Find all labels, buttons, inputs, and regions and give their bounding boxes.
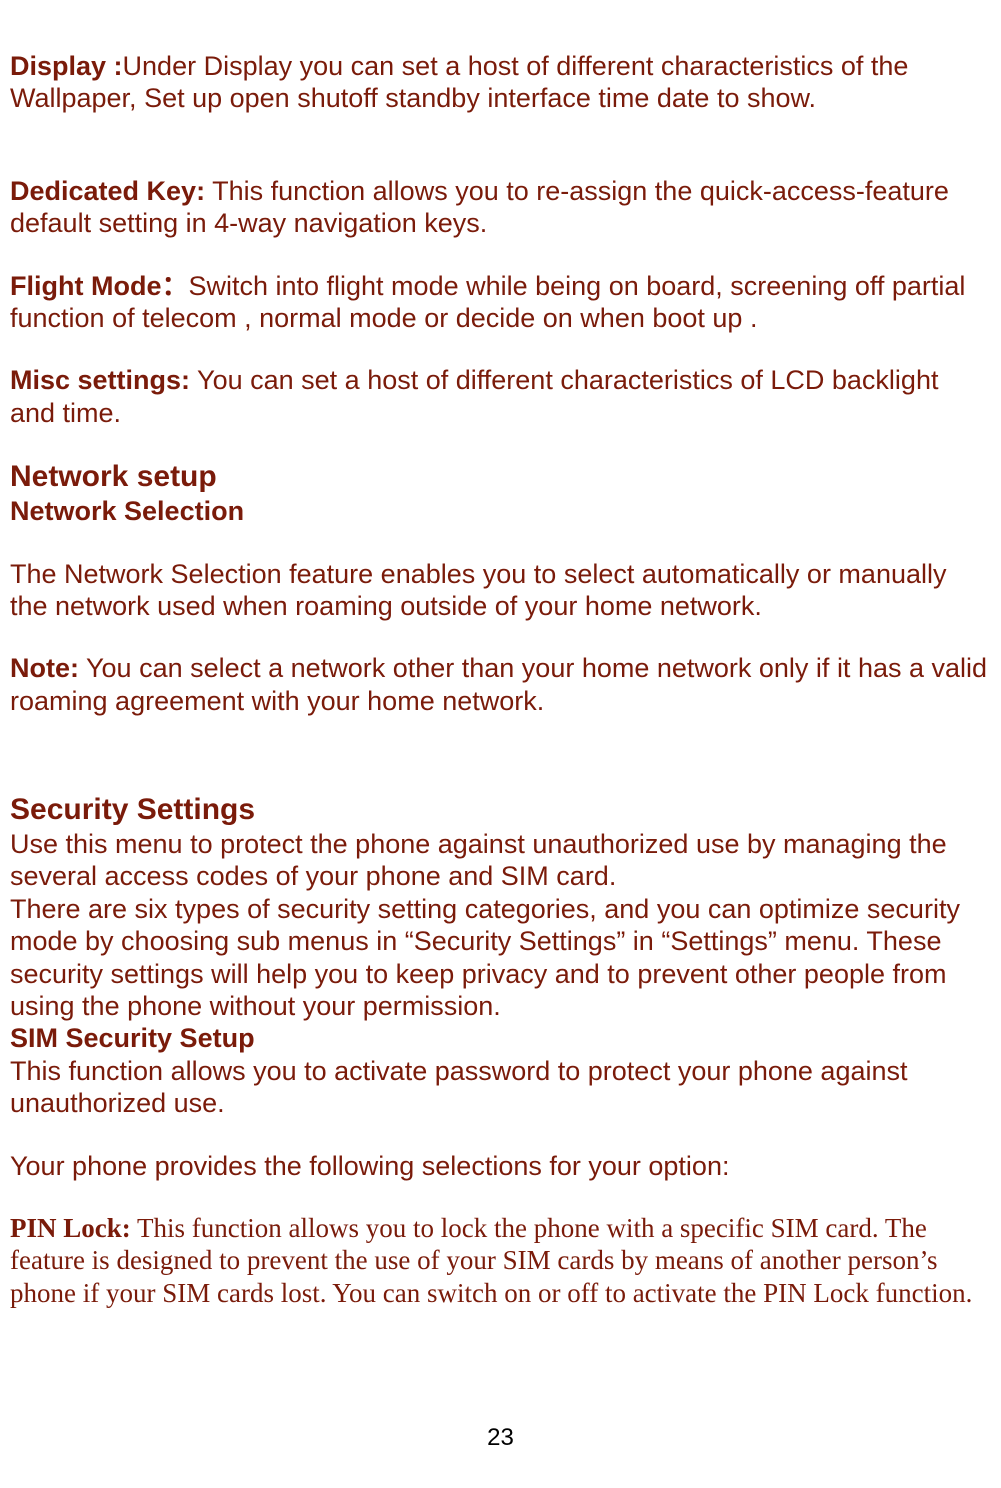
display-paragraph: Display :Under Display you can set a hos… xyxy=(10,50,991,115)
network-selection-heading: Network Selection xyxy=(10,495,991,527)
pin-lock-label: PIN Lock: xyxy=(10,1213,131,1243)
security-settings-heading: Security Settings xyxy=(10,792,991,828)
network-note-text: You can select a network other than your… xyxy=(10,653,987,715)
network-setup-heading: Network setup xyxy=(10,459,991,495)
pin-lock-text: This function allows you to lock the pho… xyxy=(10,1213,972,1308)
network-note-paragraph: Note: You can select a network other tha… xyxy=(10,652,991,717)
misc-settings-paragraph: Misc settings: You can set a host of dif… xyxy=(10,364,991,429)
manual-page: Display :Under Display you can set a hos… xyxy=(0,0,1001,1488)
flight-mode-label: Flight Mode： xyxy=(10,271,188,301)
dedicated-key-label: Dedicated Key: xyxy=(10,176,205,206)
sim-security-text: This function allows you to activate pas… xyxy=(10,1055,991,1120)
options-intro: Your phone provides the following select… xyxy=(10,1150,991,1182)
misc-settings-label: Misc settings: xyxy=(10,365,190,395)
sim-security-setup-heading: SIM Security Setup xyxy=(10,1022,991,1054)
network-selection-desc: The Network Selection feature enables yo… xyxy=(10,558,991,623)
display-text: Under Display you can set a host of diff… xyxy=(10,51,908,113)
dedicated-key-paragraph: Dedicated Key: This function allows you … xyxy=(10,175,991,240)
flight-mode-paragraph: Flight Mode：Switch into flight mode whil… xyxy=(10,270,991,335)
security-body: There are six types of security setting … xyxy=(10,893,991,1023)
security-intro: Use this menu to protect the phone again… xyxy=(10,828,991,893)
network-note-label: Note: xyxy=(10,653,79,683)
display-label: Display : xyxy=(10,51,123,81)
pin-lock-paragraph: PIN Lock: This function allows you to lo… xyxy=(10,1212,991,1309)
page-number: 23 xyxy=(0,1424,1001,1453)
